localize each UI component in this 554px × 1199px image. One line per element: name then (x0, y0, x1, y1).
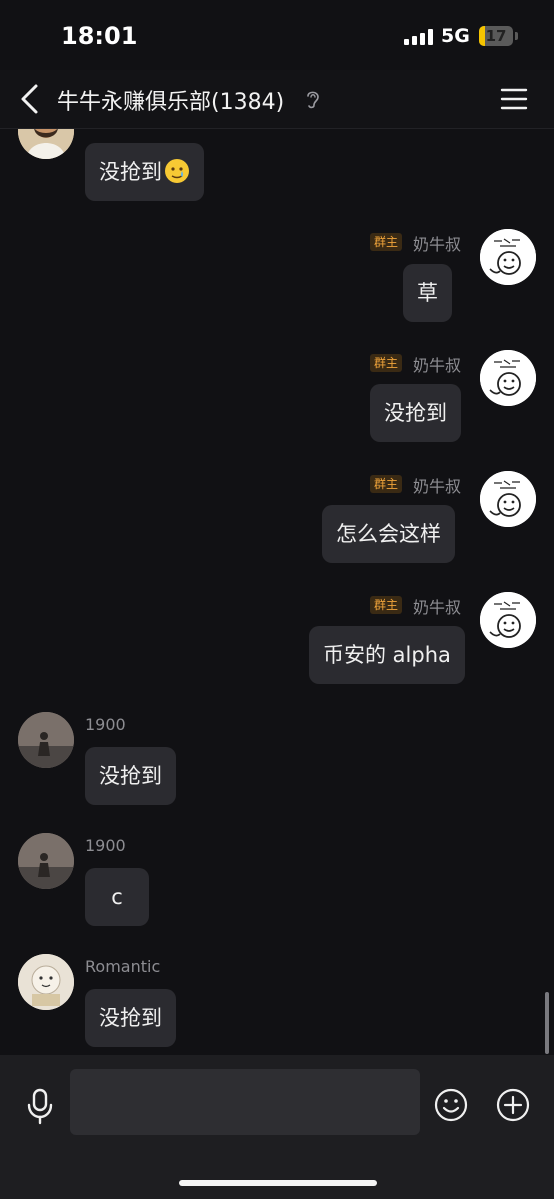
message-text: 草 (417, 281, 438, 305)
avatar[interactable] (480, 471, 536, 527)
silhouette-avatar-image (18, 712, 74, 768)
owner-badge: 群主 (370, 233, 403, 251)
message-text: 没抢到 (99, 1006, 162, 1030)
message-bubble[interactable]: 没抢到 (370, 384, 461, 442)
message-list[interactable]: 没抢到 群主 奶牛叔 草 群主 奶牛叔 没抢到 群主 奶牛叔 怎么会这样 群主 … (0, 129, 554, 1054)
status-time: 18:01 (61, 22, 138, 50)
message-bubble[interactable]: 草 (403, 264, 452, 322)
status-bar: 18:01 5G 17 (0, 0, 554, 70)
plus-circle-icon[interactable] (496, 1088, 530, 1122)
home-indicator[interactable] (179, 1180, 377, 1186)
doodle-face-avatar-image (480, 592, 536, 648)
avatar[interactable] (18, 833, 74, 889)
sender-name[interactable]: 奶牛叔 (413, 352, 461, 376)
doodle-face-avatar-image (480, 229, 536, 285)
avatar[interactable] (18, 954, 74, 1010)
sender-name[interactable]: 奶牛叔 (413, 473, 461, 497)
avatar[interactable] (480, 229, 536, 285)
owner-badge: 群主 (370, 475, 403, 493)
message-text: c (111, 885, 123, 909)
signal-strength-icon (404, 29, 434, 45)
battery-icon: 17 (479, 26, 513, 46)
sender-name[interactable]: 奶牛叔 (413, 594, 461, 618)
sender-name[interactable]: 1900 (85, 836, 126, 855)
network-type: 5G (441, 25, 470, 47)
owner-badge: 群主 (370, 596, 403, 614)
avatar[interactable] (18, 129, 74, 159)
cartoon-avatar-image (18, 954, 74, 1010)
doodle-face-avatar-image (480, 350, 536, 406)
smiley-icon[interactable] (434, 1088, 468, 1122)
message-text: 怎么会这样 (336, 522, 441, 546)
message-bubble[interactable]: 币安的 alpha (309, 626, 465, 684)
avatar[interactable] (480, 592, 536, 648)
microphone-icon[interactable] (24, 1087, 56, 1125)
avatar[interactable] (480, 350, 536, 406)
message-text: 没抢到 (99, 160, 162, 184)
message-bubble[interactable]: 没抢到 (85, 747, 176, 805)
sender-name[interactable]: 奶牛叔 (413, 231, 461, 255)
message-bubble[interactable]: c (85, 868, 149, 926)
sender-name[interactable]: 1900 (85, 715, 126, 734)
owner-badge: 群主 (370, 354, 403, 372)
doodle-face-avatar-image (480, 471, 536, 527)
chevron-left-icon[interactable] (16, 82, 44, 116)
scrollbar[interactable] (545, 992, 549, 1054)
message-bubble[interactable]: 没抢到 (85, 989, 176, 1047)
message-input[interactable] (70, 1069, 420, 1135)
sender-name[interactable]: Romantic (85, 957, 160, 976)
message-text: 没抢到 (384, 401, 447, 425)
bearded-man-avatar-image (18, 129, 74, 159)
message-bubble[interactable]: 没抢到 (85, 143, 204, 201)
message-bubble[interactable]: 怎么会这样 (322, 505, 455, 563)
input-bar (0, 1055, 554, 1199)
message-text: 币安的 alpha (323, 643, 451, 667)
hamburger-menu-icon[interactable] (500, 87, 528, 111)
avatar[interactable] (18, 712, 74, 768)
message-text: 没抢到 (99, 764, 162, 788)
silhouette-avatar-image (18, 833, 74, 889)
tearful-smile-emoji-icon (165, 159, 189, 183)
ear-icon[interactable] (304, 88, 322, 110)
group-title: 牛牛永赚俱乐部(1384) (57, 90, 285, 115)
chat-header: 牛牛永赚俱乐部(1384) (0, 70, 554, 129)
battery-level: 17 (485, 27, 507, 45)
battery-tip (515, 32, 518, 40)
